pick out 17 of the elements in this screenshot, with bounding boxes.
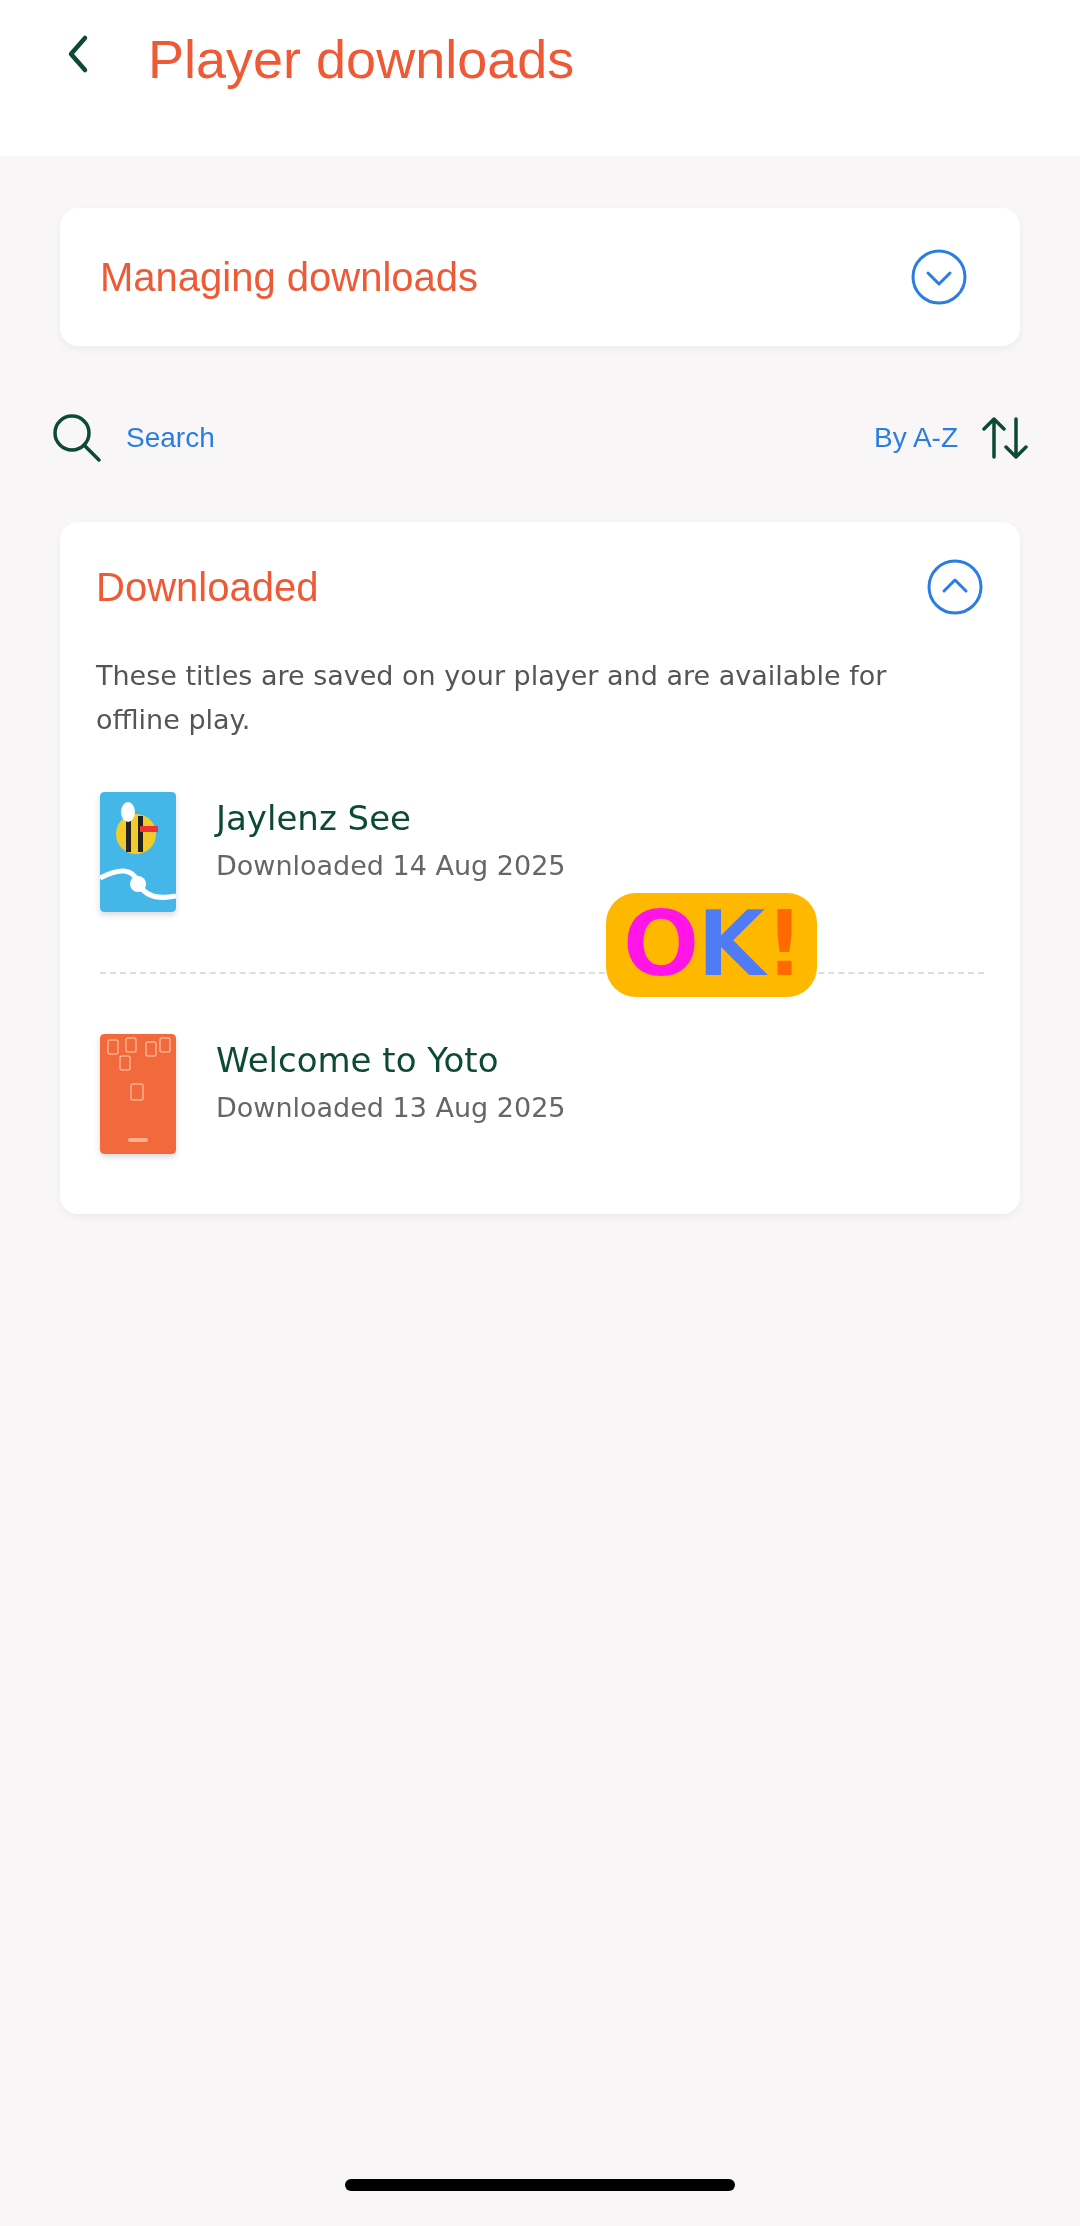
sort-icon [980, 415, 1030, 461]
card-title: Managing downloads [100, 254, 479, 300]
item-title: Jaylenz See [216, 798, 412, 838]
search-icon [50, 411, 104, 465]
item-title: Welcome to Yoto [216, 1040, 500, 1080]
page-title: Player downloads [148, 28, 575, 90]
chevron-icon[interactable] [926, 558, 984, 616]
card-title: Downloaded [96, 564, 319, 610]
download-item[interactable]: Welcome to Yoto Downloaded 13 Aug 2025 [96, 1024, 984, 1164]
back-icon[interactable] [66, 34, 90, 74]
sort-button[interactable]: By A-Z [874, 415, 1030, 461]
chevron-icon[interactable] [910, 248, 968, 306]
download-date: Downloaded 13 Aug 2025 [216, 1092, 566, 1123]
download-date: Downloaded 14 Aug 2025 [216, 850, 566, 881]
info-card[interactable]: Managing downloads [60, 208, 1020, 346]
description-text: These titles are saved on your player and are available for offline play. [96, 659, 888, 737]
search-button[interactable]: Search [50, 411, 215, 465]
